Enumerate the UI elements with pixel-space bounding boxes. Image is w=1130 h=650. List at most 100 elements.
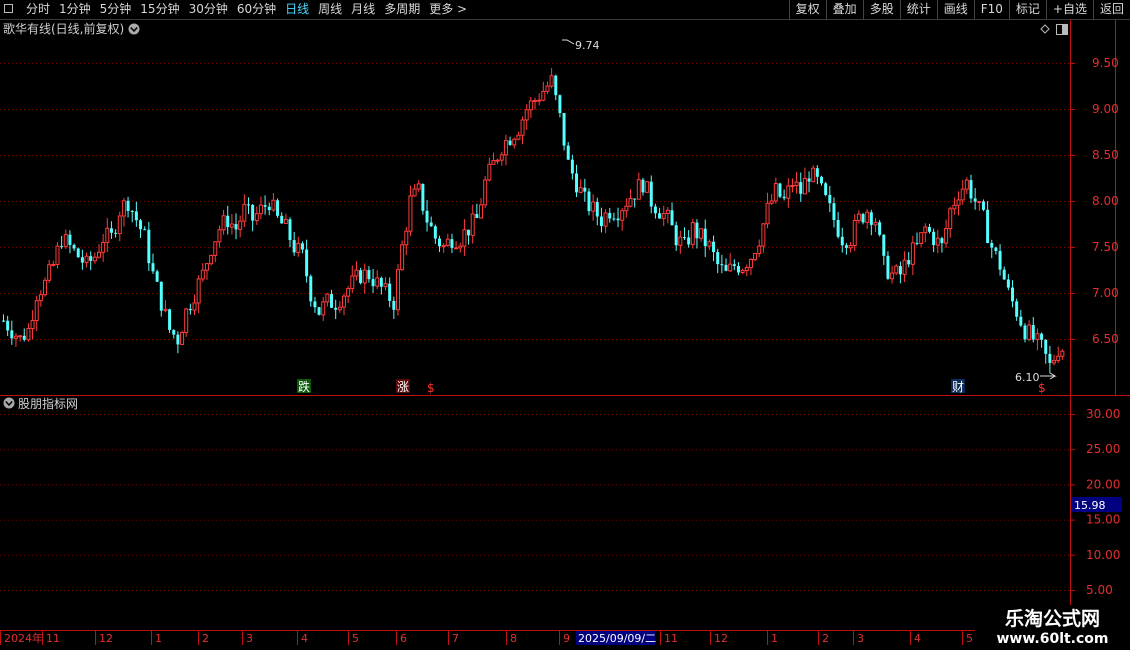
time-tick-label: 9: [563, 632, 570, 645]
candle-body: [786, 185, 791, 199]
candle-body: [873, 221, 878, 226]
candle-body: [512, 138, 517, 146]
time-tick-label: 12: [714, 632, 728, 645]
price-tick-label: 7.00: [1092, 286, 1119, 300]
candle-body: [964, 179, 969, 190]
candle-body: [105, 227, 110, 243]
candle-body: [981, 201, 985, 210]
candle-body: [184, 308, 189, 334]
candle-body: [1019, 316, 1023, 326]
candle-body: [1002, 269, 1006, 280]
candle-body: [276, 200, 280, 216]
signal-cai[interactable]: 财: [951, 379, 965, 394]
candle-body: [799, 182, 803, 194]
candle-body: [852, 219, 857, 246]
low-price-label: 6.10: [1015, 371, 1040, 384]
candle-body: [362, 269, 367, 284]
candle-body: [674, 225, 678, 246]
cursor-date: 2025/09/09/二: [578, 632, 656, 645]
candle-body: [678, 236, 683, 246]
candle-body: [425, 210, 429, 223]
candle-body: [334, 307, 338, 310]
candle-body: [404, 230, 409, 246]
indicator-dropdown-icon[interactable]: [3, 397, 15, 409]
candle-body: [263, 205, 267, 207]
candle-body: [716, 252, 720, 265]
candle-body: [1027, 324, 1032, 340]
candle-body: [483, 179, 488, 206]
candle-body: [305, 249, 309, 277]
kline-chart-area: 歌华有线(日线,前复权) 9.50 9.00 8.50 8.00 7.50 7.00 6.5…: [0, 20, 1130, 645]
signal-die-label: 跌: [298, 379, 310, 394]
time-tick-label: 5: [352, 632, 359, 645]
candle-body: [508, 140, 512, 145]
candle-body: [375, 277, 380, 287]
indicator-tick-label: 15.00: [1086, 513, 1120, 527]
candle-body: [778, 183, 782, 197]
time-tick-label: 1: [155, 632, 162, 645]
candle-body: [445, 238, 450, 247]
candle-body: [172, 329, 176, 335]
candle-body: [773, 183, 778, 202]
candle-body: [359, 270, 363, 283]
candle-body: [288, 219, 292, 241]
candle-body: [155, 271, 159, 282]
signal-dollar-1[interactable]: $: [427, 381, 435, 395]
candle-body: [388, 283, 392, 301]
time-tick-label: 11: [46, 632, 60, 645]
candle-body: [371, 279, 375, 287]
candle-body: [703, 228, 707, 247]
signal-die[interactable]: 跌: [297, 379, 311, 394]
candle-body: [503, 140, 508, 156]
candle-body: [902, 259, 907, 275]
candle-body: [732, 264, 736, 267]
candle-body: [687, 237, 691, 245]
candle-body: [769, 200, 774, 204]
signal-dollar-2[interactable]: $: [1038, 381, 1046, 395]
candle-body: [802, 177, 807, 195]
candle-body: [1035, 333, 1040, 340]
candle-body: [794, 181, 799, 187]
candle-body: [101, 241, 106, 253]
candle-body: [690, 222, 695, 245]
candle-body: [97, 251, 102, 258]
candle-body: [848, 244, 853, 249]
candle-body: [533, 100, 537, 103]
candle-body: [728, 263, 733, 272]
candle-body: [147, 229, 151, 264]
candle-body: [458, 245, 463, 249]
candle-body: [807, 178, 811, 182]
candle-body: [753, 253, 758, 260]
signal-zhang[interactable]: 涨: [396, 379, 410, 394]
candle-body: [283, 218, 288, 224]
title-dropdown-icon[interactable]: [128, 23, 140, 35]
candle-body: [192, 302, 197, 311]
candle-body: [811, 167, 816, 183]
candle-body: [209, 254, 214, 265]
candle-body: [944, 227, 949, 244]
price-tick-label: 7.50: [1092, 240, 1119, 254]
candle-body: [820, 176, 824, 184]
candle-body: [254, 213, 259, 222]
candle-body: [72, 244, 76, 249]
candle-body: [620, 210, 625, 221]
watermark-title: 乐淘公式网: [1004, 608, 1100, 630]
candle-body: [383, 283, 388, 288]
indicator-tick-label: 20.00: [1086, 477, 1120, 491]
candle-body: [986, 209, 990, 244]
price-tick-label: 9.50: [1092, 56, 1119, 70]
candle-body: [575, 173, 579, 193]
time-tick-label: 2024年: [4, 631, 43, 645]
candle-body: [712, 241, 716, 253]
candle-body: [475, 213, 479, 218]
candle-body: [886, 255, 890, 279]
candle-body: [878, 222, 882, 235]
candle-body: [163, 308, 168, 312]
candle-body: [321, 301, 326, 316]
indicator-title: 股朋指标网: [18, 396, 78, 411]
candle-body: [616, 218, 620, 221]
candle-body: [441, 245, 446, 248]
candle-body: [636, 179, 641, 200]
candle-body: [670, 210, 674, 226]
candle-body: [836, 219, 840, 237]
